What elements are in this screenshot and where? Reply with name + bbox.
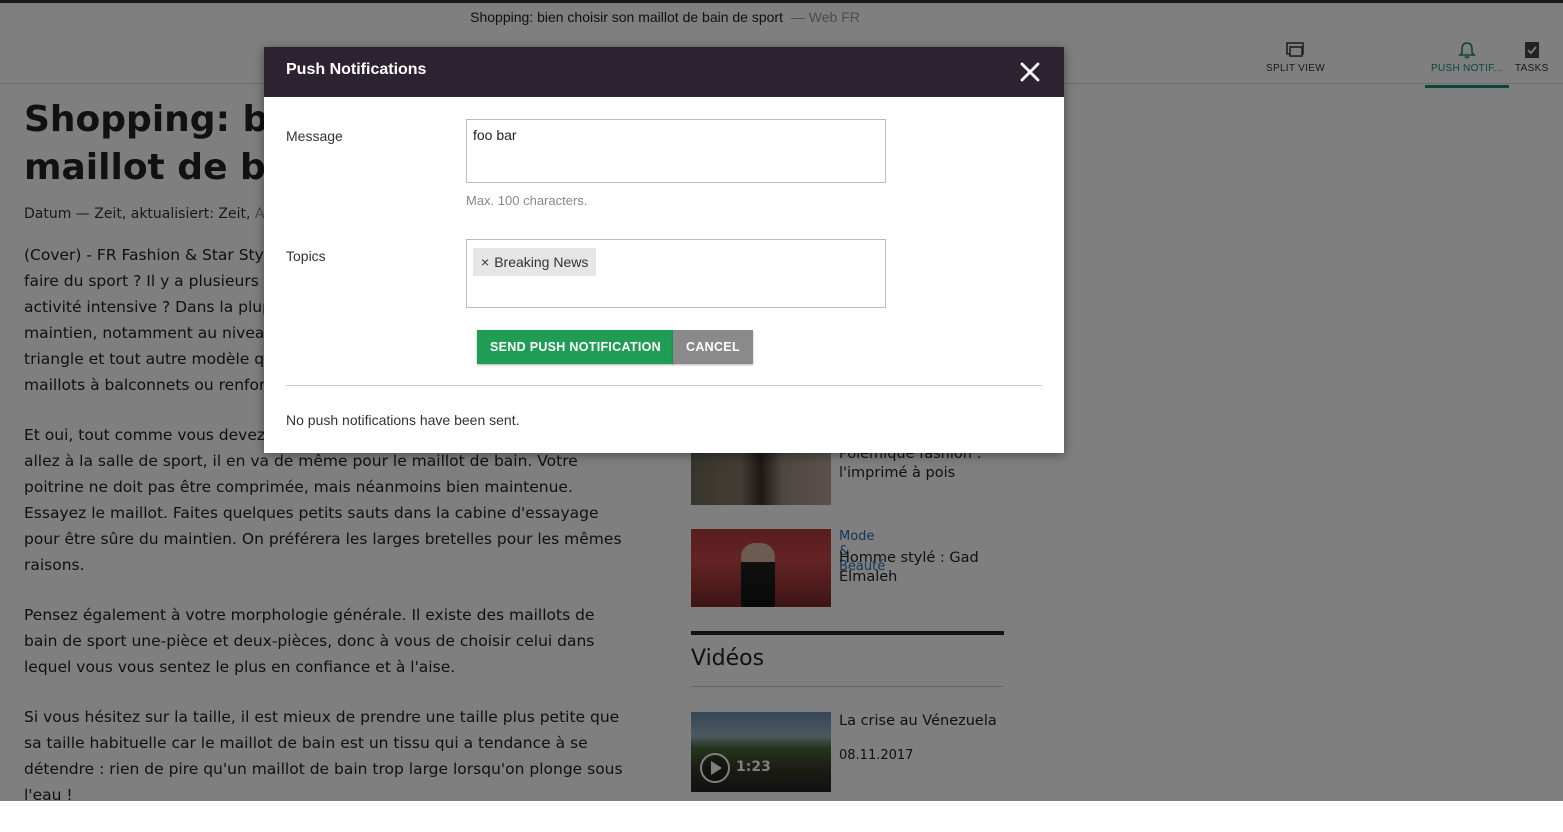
- push-history-status: No push notifications have been sent.: [286, 412, 520, 428]
- topic-tag: × Breaking News: [473, 248, 597, 276]
- close-icon[interactable]: [1018, 60, 1042, 84]
- send-push-notification-button[interactable]: SEND PUSH NOTIFICATION: [477, 330, 674, 364]
- topics-label: Topics: [286, 248, 326, 264]
- topic-tag-label: Breaking News: [494, 254, 589, 270]
- dialog-header: Push Notifications: [264, 47, 1064, 97]
- cancel-button[interactable]: CANCEL: [673, 330, 753, 364]
- topics-input[interactable]: × Breaking News: [466, 239, 886, 308]
- remove-tag-icon[interactable]: ×: [481, 254, 489, 270]
- message-input[interactable]: foo bar: [466, 119, 886, 183]
- push-notifications-dialog: Push Notifications Message foo bar Max. …: [264, 47, 1064, 453]
- dialog-divider: [286, 385, 1042, 386]
- message-hint: Max. 100 characters.: [466, 193, 588, 208]
- message-label: Message: [286, 128, 343, 144]
- dialog-title: Push Notifications: [286, 61, 427, 78]
